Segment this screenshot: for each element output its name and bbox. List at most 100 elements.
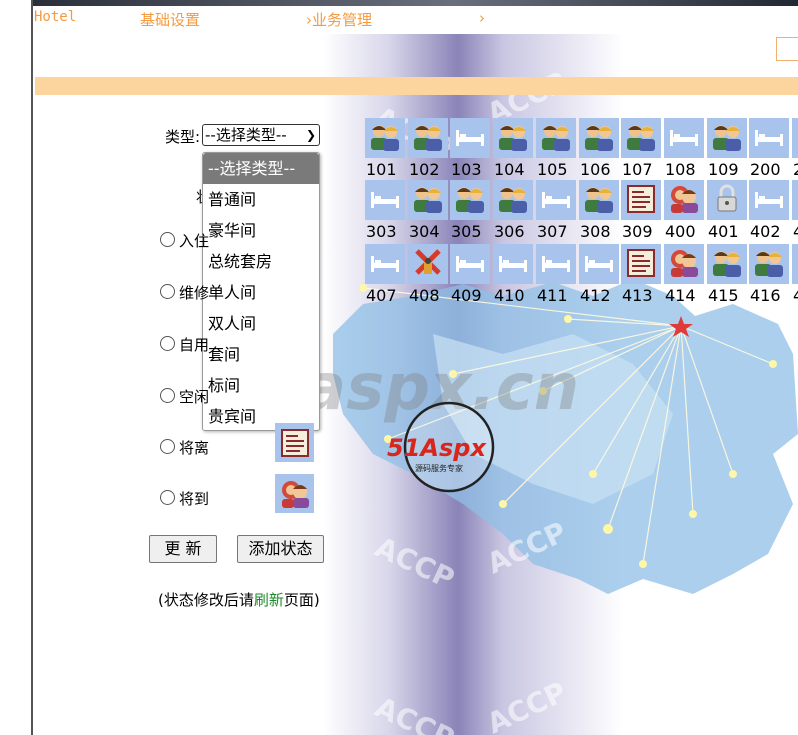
room-cell[interactable]: 410 (493, 244, 533, 305)
empty-bed-icon[interactable] (664, 118, 704, 158)
status-radio[interactable] (160, 388, 175, 403)
guests-icon[interactable] (579, 118, 619, 158)
room-cell[interactable]: 102 (408, 118, 448, 179)
nav-basic-settings[interactable]: 基础设置 (140, 9, 200, 30)
room-cell[interactable]: 103 (450, 118, 490, 179)
room-cell[interactable]: 412 (579, 244, 619, 305)
chevron-down-icon: ❯ (305, 128, 316, 142)
room-cell[interactable]: 107 (621, 118, 661, 179)
room-cell[interactable]: 108 (664, 118, 704, 179)
room-cell[interactable]: 303 (365, 180, 405, 241)
empty-bed-icon[interactable] (450, 118, 490, 158)
guests-icon[interactable] (749, 244, 789, 284)
room-number: 413 (622, 286, 653, 305)
guests-icon[interactable] (365, 118, 405, 158)
empty-bed-icon[interactable] (450, 244, 490, 284)
refresh-link[interactable]: 刷新 (254, 591, 284, 609)
type-select[interactable]: --选择类型-- ❯ (202, 124, 320, 146)
add-status-button[interactable]: 添加状态 (237, 535, 324, 563)
guests-icon[interactable] (408, 180, 448, 220)
type-option[interactable]: 单人间 (203, 277, 319, 308)
repair-icon[interactable] (408, 244, 448, 284)
nav-more[interactable]: › (479, 9, 485, 27)
room-cell[interactable]: 401 (707, 180, 747, 241)
guests-icon[interactable] (707, 244, 747, 284)
room-cell[interactable]: 309 (621, 180, 661, 241)
update-button[interactable]: 更 新 (149, 535, 217, 563)
room-number: 101 (366, 160, 397, 179)
empty-bed-icon[interactable] (749, 180, 789, 220)
nav-hotel[interactable]: Hotel (34, 9, 76, 25)
status-radio[interactable] (160, 336, 175, 351)
top-right-box[interactable] (776, 37, 798, 61)
type-option[interactable]: --选择类型-- (203, 153, 319, 184)
type-option[interactable]: 双人间 (203, 308, 319, 339)
room-cell[interactable]: 407 (365, 244, 405, 305)
room-cell[interactable]: 104 (493, 118, 533, 179)
room-cell[interactable]: 415 (707, 244, 747, 305)
guests-icon[interactable] (408, 118, 448, 158)
empty-bed-icon[interactable] (579, 244, 619, 284)
room-cell[interactable]: 413 (621, 244, 661, 305)
guests-icon[interactable] (536, 118, 576, 158)
room-cell[interactable]: 105 (536, 118, 576, 179)
type-option[interactable]: 普通间 (203, 184, 319, 215)
guests-icon[interactable] (579, 180, 619, 220)
nav-business-management[interactable]: ›业务管理 (306, 9, 372, 30)
room-number: 200 (750, 160, 781, 179)
room-cell[interactable]: 409 (450, 244, 490, 305)
room-cell[interactable]: 306 (493, 180, 533, 241)
room-cell[interactable]: 416 (749, 244, 789, 305)
room-number: 304 (409, 222, 440, 241)
status-radio[interactable] (160, 232, 175, 247)
room-cell[interactable]: 414 (664, 244, 704, 305)
checkout-doc-icon[interactable] (621, 244, 661, 284)
room-cell[interactable]: 411 (536, 244, 576, 305)
type-option[interactable]: 套间 (203, 339, 319, 370)
guests-icon[interactable] (450, 180, 490, 220)
room-cell[interactable]: 402 (749, 180, 789, 241)
room-cell[interactable]: 307 (536, 180, 576, 241)
type-option[interactable]: 标间 (203, 370, 319, 401)
room-cell[interactable]: 4 (792, 180, 798, 241)
empty-bed-icon[interactable] (792, 118, 798, 158)
type-dropdown-list[interactable]: --选择类型-- 普通间 豪华间 总统套房 单人间 双人间 套间 标间 贵宾间 (202, 152, 320, 431)
status-radio-label: 自用 (179, 336, 210, 354)
status-radio[interactable] (160, 284, 175, 299)
empty-bed-icon[interactable] (536, 180, 576, 220)
room-cell[interactable]: 106 (579, 118, 619, 179)
guests-icon[interactable] (707, 118, 747, 158)
room-cell[interactable]: 408 (408, 244, 448, 305)
room-cell[interactable]: 109 (707, 118, 747, 179)
empty-bed-icon[interactable] (365, 244, 405, 284)
empty-bed-icon[interactable] (365, 180, 405, 220)
status-radio[interactable] (160, 490, 175, 505)
room-cell[interactable]: 2 (792, 118, 798, 179)
arriving-icon[interactable] (664, 180, 704, 220)
empty-bed-icon[interactable] (749, 118, 789, 158)
watermark-accp-6: ACCP (482, 675, 571, 735)
room-cell[interactable]: 4 (792, 244, 798, 305)
empty-bed-icon[interactable] (792, 244, 798, 284)
empty-bed-icon[interactable] (536, 244, 576, 284)
empty-bed-icon[interactable] (493, 244, 533, 284)
type-select-value: --选择类型-- (205, 126, 287, 144)
orange-header-bar (35, 77, 798, 95)
type-option[interactable]: 豪华间 (203, 215, 319, 246)
type-option[interactable]: 总统套房 (203, 246, 319, 277)
room-cell[interactable]: 400 (664, 180, 704, 241)
room-cell[interactable]: 304 (408, 180, 448, 241)
arriving-icon[interactable] (664, 244, 704, 284)
room-cell[interactable]: 308 (579, 180, 619, 241)
room-number: 108 (665, 160, 696, 179)
room-cell[interactable]: 200 (749, 118, 789, 179)
status-radio[interactable] (160, 439, 175, 454)
empty-bed-icon[interactable] (792, 180, 798, 220)
guests-icon[interactable] (493, 180, 533, 220)
guests-icon[interactable] (493, 118, 533, 158)
guests-icon[interactable] (621, 118, 661, 158)
room-cell[interactable]: 305 (450, 180, 490, 241)
lock-icon[interactable] (707, 180, 747, 220)
checkout-doc-icon[interactable] (621, 180, 661, 220)
room-cell[interactable]: 101 (365, 118, 405, 179)
